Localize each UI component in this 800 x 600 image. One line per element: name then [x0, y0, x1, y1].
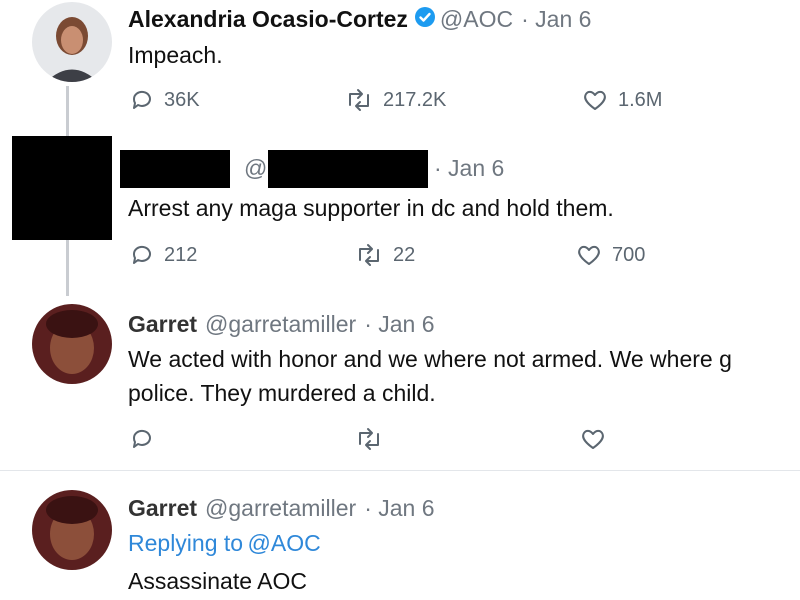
timestamp[interactable]: · Jan 6 — [364, 495, 434, 522]
tweet-text: Assassinate AOC — [128, 568, 307, 594]
reply-count: 212 — [164, 243, 198, 266]
tweet-text: Impeach. — [128, 42, 223, 68]
avatar[interactable] — [32, 304, 112, 384]
retweet-button[interactable]: 22 — [355, 243, 415, 267]
like-button[interactable]: 700 — [576, 243, 645, 267]
retweet-count: 217.2K — [383, 88, 447, 111]
retweet-icon — [355, 243, 383, 267]
retweet-icon — [345, 88, 373, 112]
reply-icon — [130, 88, 154, 112]
timestamp[interactable]: · Jan 6 — [364, 311, 434, 338]
handle[interactable]: @garretamiller — [205, 495, 356, 522]
handle-at: @ — [244, 155, 268, 181]
reply-button[interactable]: 36K — [130, 88, 200, 112]
divider — [0, 470, 800, 471]
tweet-header: Alexandria Ocasio-Cortez @AOC · Jan 6 — [128, 4, 591, 34]
heart-icon — [582, 88, 608, 112]
reply-button[interactable]: 212 — [130, 243, 197, 267]
avatar[interactable] — [32, 490, 112, 570]
retweet-count: 22 — [393, 243, 416, 266]
tweet-header: Garret @garretamiller · Jan 6 — [128, 309, 435, 339]
display-name[interactable]: Garret — [128, 311, 197, 338]
handle[interactable]: @garretamiller — [205, 311, 356, 338]
reply-icon — [130, 243, 154, 267]
like-count: 700 — [612, 243, 646, 266]
reply-button[interactable] — [130, 427, 154, 451]
tweet-text: Arrest any maga supporter in dc and hold… — [128, 195, 614, 221]
timestamp[interactable]: · Jan 6 — [434, 155, 504, 182]
avatar[interactable] — [32, 2, 112, 82]
display-name[interactable]: Garret — [128, 495, 197, 522]
replying-to-link[interactable]: @AOC — [248, 530, 321, 556]
verified-badge-icon — [414, 6, 436, 33]
reply-icon — [130, 427, 154, 451]
redacted-avatar — [12, 136, 112, 240]
handle[interactable]: @AOC — [440, 6, 513, 33]
heart-icon — [580, 427, 606, 451]
retweet-icon — [355, 427, 383, 451]
display-name[interactable]: Alexandria Ocasio-Cortez — [128, 6, 408, 33]
tweet-header: Garret @garretamiller · Jan 6 — [128, 493, 435, 523]
replying-to-prefix: Replying to — [128, 530, 244, 556]
like-button[interactable]: 1.6M — [582, 88, 662, 112]
retweet-button[interactable]: 217.2K — [345, 88, 446, 112]
tweet-text-line-2: police. They murdered a child. — [128, 380, 436, 406]
tweet-text-line-1: We acted with honor and we where not arm… — [128, 346, 732, 372]
reply-count: 36K — [164, 88, 200, 111]
replying-to-line: Replying to @AOC — [128, 530, 321, 557]
timestamp[interactable]: · Jan 6 — [521, 6, 591, 33]
redacted-display-name — [120, 150, 230, 188]
heart-icon — [576, 243, 602, 267]
retweet-button[interactable] — [355, 427, 383, 451]
like-count: 1.6M — [618, 88, 663, 111]
like-button[interactable] — [580, 427, 606, 451]
redacted-handle — [268, 150, 428, 188]
